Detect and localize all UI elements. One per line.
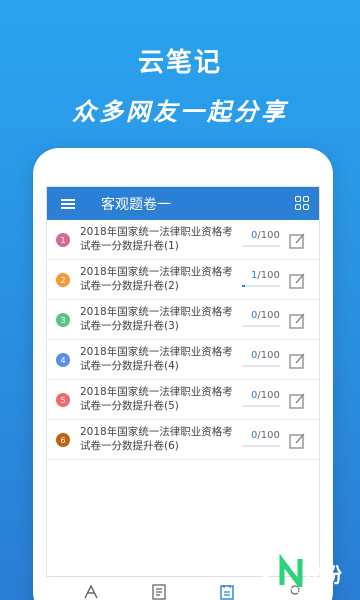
exam-title: 2018年国家统一法律职业资格考试卷一分数提升卷(1) [80,226,233,252]
page-title: 客观题卷一 [101,196,171,213]
progress-total: /100 [257,310,280,321]
progress-total: /100 [257,270,280,281]
notes-icon[interactable] [150,583,168,600]
progress-bar [242,365,280,367]
list-item[interactable]: 3 2018年国家统一法律职业资格考试卷一分数提升卷(3) 0/100 [47,300,319,340]
app-screen: 客观题卷一 1 2018年国家统一法律职业资格考试卷一分数提升卷(1) 0/10… [46,186,320,600]
progress-bar [242,405,280,407]
compass-icon[interactable] [82,583,100,600]
exam-icon[interactable] [218,583,236,600]
promo-title: 云笔记 [137,48,222,78]
exam-title: 2018年国家统一法律职业资格考试卷一分数提升卷(6) [80,426,233,452]
progress-total: /100 [257,230,280,241]
grid-icon[interactable] [295,196,309,210]
list-item[interactable]: 5 2018年国家统一法律职业资格考试卷一分数提升卷(5) 0/100 [47,380,319,420]
number-badge: 5 [56,393,70,407]
progress-count: 0/100 [251,430,280,441]
progress-count: 0/100 [251,310,280,321]
progress-bar [242,285,280,287]
list-item[interactable]: 2 2018年国家统一法律职业资格考试卷一分数提升卷(2) 1/100 [47,260,319,300]
edit-icon[interactable] [288,312,306,330]
exam-title: 2018年国家统一法律职业资格考试卷一分数提升卷(2) [80,266,233,292]
number-badge: 2 [56,273,70,287]
list-item[interactable]: 4 2018年国家统一法律职业资格考试卷一分数提升卷(4) 0/100 [47,340,319,380]
progress-bar [242,445,280,447]
edit-icon[interactable] [288,272,306,290]
exam-title: 2018年国家统一法律职业资格考试卷一分数提升卷(4) [80,346,233,372]
exam-title: 2018年国家统一法律职业资格考试卷一分数提升卷(3) [80,306,233,332]
number-badge: 1 [56,233,70,247]
exam-list: 1 2018年国家统一法律职业资格考试卷一分数提升卷(1) 0/100 2 20… [47,220,319,460]
edit-icon[interactable] [288,352,306,370]
progress-count: 0/100 [251,230,280,241]
progress-count: 0/100 [251,350,280,361]
progress-bar [242,245,280,247]
promo-subtitle: 众多网友一起分享 [72,98,288,126]
list-item[interactable]: 6 2018年国家统一法律职业资格考试卷一分数提升卷(6) 0/100 [47,420,319,460]
hamburger-icon[interactable] [61,197,75,211]
progress-total: /100 [257,430,280,441]
progress-bar [242,325,280,327]
app-bar: 客观题卷一 [47,187,319,220]
list-item[interactable]: 1 2018年国家统一法律职业资格考试卷一分数提升卷(1) 0/100 [47,220,319,260]
anfensi-logo-icon [260,553,303,587]
number-badge: 3 [56,313,70,327]
progress-count: 0/100 [251,390,280,401]
number-badge: 6 [56,433,70,447]
edit-icon[interactable] [288,232,306,250]
watermark-url: ANFENSI.COM [266,586,328,595]
progress-total: /100 [257,390,280,401]
exam-title: 2018年国家统一法律职业资格考试卷一分数提升卷(5) [80,386,233,412]
progress-total: /100 [257,350,280,361]
watermark: 安粉丝 ANFENSI.COM [258,553,360,600]
progress-count: 1/100 [251,270,280,281]
number-badge: 4 [56,353,70,367]
edit-icon[interactable] [288,432,306,450]
progress-fill [242,285,246,287]
edit-icon[interactable] [288,392,306,410]
phone-frame: 客观题卷一 1 2018年国家统一法律职业资格考试卷一分数提升卷(1) 0/10… [33,148,333,600]
